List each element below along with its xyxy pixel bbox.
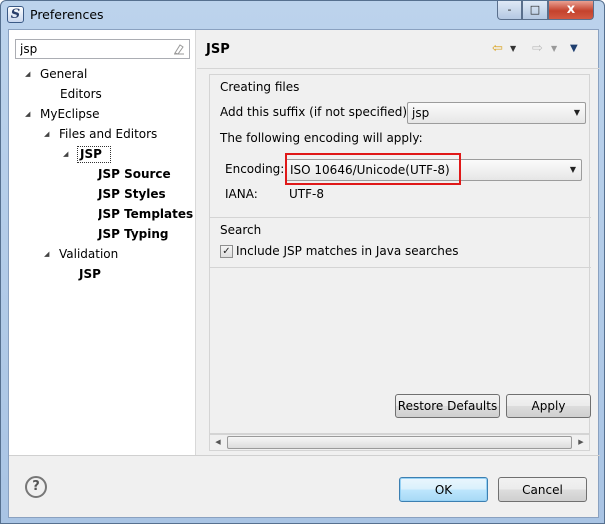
iana-value: UTF-8 xyxy=(289,187,324,201)
horizontal-scrollbar[interactable]: ◀ ▶ xyxy=(209,434,590,451)
section-separator xyxy=(210,267,591,268)
suffix-label: Add this suffix (if not specified): xyxy=(220,105,412,119)
expanded-arrow-icon[interactable]: ◢ xyxy=(25,64,35,84)
tree-item-jsp[interactable]: ◢ JSP xyxy=(63,144,102,164)
tree-item-jsp-templates[interactable]: JSP Templates xyxy=(98,204,194,224)
chevron-down-icon: ▼ xyxy=(573,108,580,117)
view-menu-icon[interactable]: ▼ xyxy=(570,40,578,58)
tree-item-label: JSP Source xyxy=(98,167,171,181)
maximize-button[interactable]: □ xyxy=(522,1,548,20)
tree-item-myeclipse[interactable]: ◢ MyEclipse xyxy=(25,104,100,124)
encoding-note: The following encoding will apply: xyxy=(220,131,423,145)
preference-page: JSP ⇦ ▼ ⇨ ▼ ▼ Creating files Add this su… xyxy=(197,30,600,455)
expanded-arrow-icon[interactable]: ◢ xyxy=(44,244,54,264)
ok-button[interactable]: OK xyxy=(399,477,488,502)
chevron-down-icon: ▼ xyxy=(569,165,576,174)
page-title: JSP xyxy=(206,42,230,57)
page-content: Creating files Add this suffix (if not s… xyxy=(209,74,591,434)
encoding-label: Encoding: xyxy=(225,162,285,176)
tree-item-validation-jsp[interactable]: JSP xyxy=(79,264,101,284)
tree-item-validation[interactable]: ◢ Validation xyxy=(44,244,118,264)
include-jsp-matches-label: Include JSP matches in Java searches xyxy=(236,244,459,258)
title-bar[interactable]: S Preferences - □ x xyxy=(1,1,604,29)
tree-item-label: JSP xyxy=(80,147,102,161)
preferences-window: S Preferences - □ x ◢ General Editors ◢ xyxy=(0,0,605,524)
forward-menu-chevron-icon[interactable]: ▼ xyxy=(551,40,557,58)
tree-item-jsp-typing[interactable]: JSP Typing xyxy=(98,224,169,244)
scroll-right-icon[interactable]: ▶ xyxy=(573,435,589,450)
expanded-arrow-icon[interactable]: ◢ xyxy=(44,124,54,144)
history-navigation: ⇦ ▼ ⇨ ▼ ▼ xyxy=(492,40,592,58)
tree-item-editors[interactable]: Editors xyxy=(60,84,102,104)
apply-button[interactable]: Apply xyxy=(506,394,591,418)
tree-item-label: JSP Typing xyxy=(98,227,169,241)
search-heading: Search xyxy=(220,223,262,237)
filter-box xyxy=(15,39,190,59)
include-jsp-matches-checkbox[interactable]: ✓ xyxy=(220,245,233,258)
close-button[interactable]: x xyxy=(548,1,594,20)
suffix-combo[interactable]: jsp ▼ xyxy=(407,102,586,124)
window-title: Preferences xyxy=(30,7,104,22)
tree-item-label: Editors xyxy=(60,87,102,101)
title-separator xyxy=(197,68,600,69)
tree-item-label: JSP xyxy=(79,267,101,281)
forward-arrow-icon[interactable]: ⇨ xyxy=(532,40,543,58)
button-bar-separator xyxy=(9,455,600,456)
filter-input[interactable] xyxy=(16,40,164,58)
creating-files-heading: Creating files xyxy=(220,80,300,94)
tree-item-label: Validation xyxy=(59,247,119,261)
tree-item-jsp-source[interactable]: JSP Source xyxy=(98,164,171,184)
tree-item-general[interactable]: ◢ General xyxy=(25,64,87,84)
scroll-left-icon[interactable]: ◀ xyxy=(210,435,226,450)
dialog-client-area: ◢ General Editors ◢ MyEclipse ◢ Files an… xyxy=(8,29,600,518)
tree-item-jsp-styles[interactable]: JSP Styles xyxy=(98,184,166,204)
tree-item-label: General xyxy=(40,67,88,81)
back-arrow-icon[interactable]: ⇦ xyxy=(492,40,503,58)
iana-label: IANA: xyxy=(225,187,258,201)
tree-item-label: JSP Templates xyxy=(98,207,194,221)
section-separator xyxy=(210,217,591,218)
tree-item-label: MyEclipse xyxy=(40,107,100,121)
back-menu-chevron-icon[interactable]: ▼ xyxy=(510,40,516,58)
restore-defaults-button[interactable]: Restore Defaults xyxy=(395,394,500,418)
app-icon: S xyxy=(7,6,24,23)
cancel-button[interactable]: Cancel xyxy=(498,477,587,502)
tree-item-files-and-editors[interactable]: ◢ Files and Editors xyxy=(44,124,157,144)
expanded-arrow-icon[interactable]: ◢ xyxy=(63,144,73,164)
minimize-button[interactable]: - xyxy=(497,1,522,20)
annotation-highlight-box xyxy=(285,153,461,185)
tree-item-label: JSP Styles xyxy=(98,187,166,201)
suffix-value: jsp xyxy=(412,106,430,120)
preferences-tree-pane: ◢ General Editors ◢ MyEclipse ◢ Files an… xyxy=(9,30,196,455)
tree-item-label: Files and Editors xyxy=(59,127,158,141)
eraser-icon[interactable] xyxy=(173,43,185,55)
scrollbar-thumb[interactable] xyxy=(227,436,572,449)
expanded-arrow-icon[interactable]: ◢ xyxy=(25,104,35,124)
help-icon[interactable]: ? xyxy=(25,476,47,498)
